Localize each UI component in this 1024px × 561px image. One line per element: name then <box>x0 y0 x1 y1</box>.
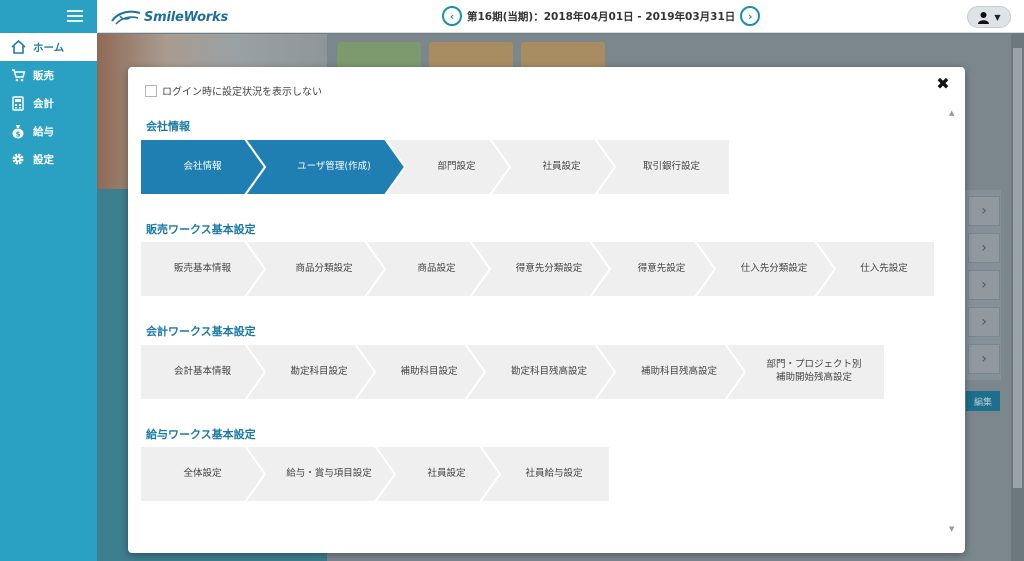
chevron-right-icon: › <box>968 344 1000 374</box>
setup-step-label: 取引銀行設定 <box>642 160 700 172</box>
setup-step-label: 補助科目設定 <box>400 365 458 377</box>
user-icon <box>978 11 990 24</box>
chevron-right-icon: › <box>968 233 1000 263</box>
sidebar-item-sales[interactable]: 販売 <box>0 61 97 89</box>
chevron-right-icon: › <box>968 196 1000 226</box>
period-label: 第16期(当期)：2018年04月01日 - 2019年03月31日 <box>467 10 736 23</box>
setup-step-label: 仕入先分類設定 <box>740 262 808 274</box>
setup-step[interactable]: 仕入先分類設定 <box>695 241 835 297</box>
sidebar-item-label: 会計 <box>33 97 54 110</box>
steps-company: 会社情報 ユーザ管理(作成) 部門設定 社員設定 取引銀行設定 <box>140 139 730 195</box>
section-title-sales: 販売ワークス基本設定 <box>146 223 256 236</box>
background-tile <box>521 42 605 70</box>
sidebar-item-accounting[interactable]: 会計 <box>0 89 97 117</box>
setup-step-label: 勘定科目残高設定 <box>510 365 587 377</box>
section-title-payroll: 給与ワークス基本設定 <box>146 428 256 441</box>
home-icon <box>10 39 26 55</box>
svg-text:$: $ <box>16 130 21 138</box>
setup-step-label: 部門設定 <box>437 160 476 172</box>
background-tile <box>429 42 513 70</box>
sidebar-item-label: 給与 <box>33 125 54 138</box>
setup-step-label: ユーザ管理(作成) <box>297 160 371 172</box>
gear-icon <box>10 151 26 167</box>
logo-text: SmileWorks <box>144 9 228 25</box>
setup-step-label: 全体設定 <box>183 467 222 479</box>
setup-step-label: 商品分類設定 <box>295 262 353 274</box>
setup-step[interactable]: 補助科目残高設定 <box>595 344 745 400</box>
background-edit-button: 編集 <box>966 391 1000 411</box>
hide-on-login-option[interactable]: ログイン時に設定状況を表示しない <box>145 83 322 98</box>
steps-accounting: 会計基本情報 勘定科目設定 補助科目設定 勘定科目残高設定 補助科目残高設定 部門・プロジ… <box>140 344 885 400</box>
background-tile <box>337 42 421 70</box>
setup-step-label: 会社情報 <box>183 160 222 172</box>
close-icon[interactable]: ✖ <box>935 76 951 92</box>
top-header: SmileWorks ‹ 第16期(当期)：2018年04月01日 - 2019… <box>0 0 1024 33</box>
setup-step-label: 補助科目残高設定 <box>640 365 717 377</box>
setup-step[interactable]: 会社情報 <box>140 139 265 195</box>
app-logo[interactable]: SmileWorks <box>110 7 228 27</box>
setup-step-label: 得意先設定 <box>637 262 686 274</box>
setup-step[interactable]: 会計基本情報 <box>140 344 265 400</box>
chevron-right-icon: › <box>968 270 1000 300</box>
setup-step[interactable]: 販売基本情報 <box>140 241 265 297</box>
sidebar-item-payroll[interactable]: $ 給与 <box>0 117 97 145</box>
setup-step-label: 商品設定 <box>417 262 456 274</box>
hide-on-login-checkbox[interactable] <box>145 84 157 97</box>
setup-step-label: 得意先分類設定 <box>515 262 583 274</box>
setup-status-modal: ✖ ログイン時に設定状況を表示しない ▲ ▼ 会社情報 会社情報ユーザ管理(作成… <box>128 67 965 553</box>
setup-step[interactable]: 給与・賞与項目設定 <box>245 446 395 502</box>
menu-toggle-button[interactable] <box>0 0 97 33</box>
cart-icon <box>10 67 26 83</box>
setup-step-label: 販売基本情報 <box>173 262 231 274</box>
steps-payroll: 全体設定 給与・賞与項目設定 社員設定 社員給与設定 <box>140 446 610 502</box>
setup-step-label: 給与・賞与項目設定 <box>286 467 372 479</box>
setup-step[interactable]: ユーザ管理(作成) <box>245 139 405 195</box>
section-title-company: 会社情報 <box>146 120 190 133</box>
user-menu-button[interactable]: ▼ <box>967 6 1011 28</box>
steps-sales: 販売基本情報 商品分類設定 商品設定 得意先分類設定 得意先設定 仕入先分類設定 仕入先設定 <box>140 241 935 297</box>
setup-step[interactable]: 勘定科目残高設定 <box>465 344 615 400</box>
section-title-accounting: 会計ワークス基本設定 <box>146 325 256 338</box>
scroll-up-icon[interactable]: ▲ <box>949 109 954 117</box>
chevron-right-icon: › <box>968 307 1000 337</box>
period-selector: ‹ 第16期(当期)：2018年04月01日 - 2019年03月31日 › <box>442 6 761 26</box>
setup-step[interactable]: 得意先分類設定 <box>470 241 610 297</box>
sidebar: ホーム 販売 会計 $ 給与 設定 <box>0 33 97 561</box>
money-bag-icon: $ <box>10 123 26 139</box>
sidebar-item-settings[interactable]: 設定 <box>0 145 97 173</box>
sidebar-item-label: 販売 <box>33 69 54 82</box>
sidebar-item-label: ホーム <box>33 41 65 54</box>
setup-step-label: 部門・プロジェクト別 補助開始残高設定 <box>766 359 862 383</box>
hamburger-icon <box>67 10 83 22</box>
setup-step-label: 会計基本情報 <box>173 365 231 377</box>
modal-scrollbar[interactable]: ▲ ▼ <box>947 109 958 533</box>
chevron-left-circle-icon[interactable]: ‹ <box>442 6 462 26</box>
smileworks-logo-icon <box>111 10 141 25</box>
setup-step-label: 社員設定 <box>542 160 581 172</box>
calculator-icon <box>10 95 26 111</box>
setup-step-label: 勘定科目設定 <box>290 365 348 377</box>
scroll-down-icon[interactable]: ▼ <box>949 525 954 533</box>
setup-step-label: 社員設定 <box>427 467 466 479</box>
caret-down-icon: ▼ <box>994 12 1001 22</box>
setup-step-label: 社員給与設定 <box>525 467 583 479</box>
setup-step-label: 仕入先設定 <box>860 262 908 274</box>
hide-on-login-label: ログイン時に設定状況を表示しない <box>162 87 322 98</box>
setup-step[interactable]: 全体設定 <box>140 446 265 502</box>
sidebar-item-label: 設定 <box>33 153 54 166</box>
setup-step[interactable]: 取引銀行設定 <box>595 139 730 195</box>
page-scrollbar[interactable] <box>1011 34 1024 561</box>
setup-step[interactable]: 商品分類設定 <box>245 241 385 297</box>
setup-step[interactable]: 部門・プロジェクト別 補助開始残高設定 <box>725 344 885 400</box>
chevron-right-circle-icon[interactable]: › <box>740 6 761 26</box>
sidebar-item-home[interactable]: ホーム <box>0 33 97 61</box>
